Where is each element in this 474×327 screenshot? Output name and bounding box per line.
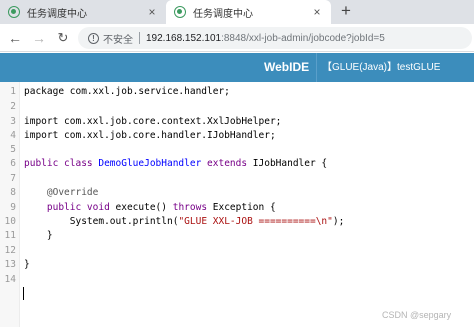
code-token: package com.xxl.job.service.handler;: [24, 86, 230, 97]
line-number: 14: [4, 274, 16, 285]
code-editor[interactable]: 1 package com.xxl.job.service.handler; 2 3 i…: [0, 82, 474, 327]
site-favicon-icon: [8, 6, 20, 18]
line-number: 7: [10, 173, 16, 184]
code-text: import com.xxl.job.core.handler.IJobHand…: [24, 129, 276, 142]
url-host: 192.168.152.101: [146, 32, 222, 44]
code-text: }: [24, 258, 30, 271]
code-token: }: [24, 230, 53, 241]
code-token: }: [24, 259, 30, 270]
code-token: System.out.println(: [24, 216, 179, 227]
code-token: extends: [201, 158, 253, 169]
code-token: @Override: [24, 187, 99, 198]
header-divider: [316, 53, 317, 82]
line-number: 1: [10, 86, 16, 97]
code-text: public void execute() throws Exception {: [24, 201, 276, 214]
code-token: execute(): [115, 202, 173, 213]
code-text: package com.xxl.job.service.handler;: [24, 85, 230, 98]
web-ide-brand: WebIDE: [264, 60, 310, 74]
code-line[interactable]: 6 public class DemoGlueJobHandler extends…: [0, 157, 474, 170]
code-token: throws: [172, 202, 213, 213]
url-path: :8848/xxl-job-admin/jobcode?jobId=5: [221, 32, 385, 44]
code-line[interactable]: 1 package com.xxl.job.service.handler;: [0, 85, 474, 98]
address-bar[interactable]: ! 不安全 192.168.152.101:8848/xxl-job-admin…: [78, 27, 472, 49]
line-number: 11: [4, 230, 16, 241]
glue-job-label: 【GLUE(Java)】testGLUE: [322, 62, 441, 73]
line-number: 5: [10, 144, 16, 155]
browser-toolbar: ← → ↻ ! 不安全 192.168.152.101:8848/xxl-job…: [0, 24, 474, 52]
watermark: CSDN @sepgary: [382, 310, 452, 320]
web-ide-header: WebIDE 【GLUE(Java)】testGLUE: [0, 53, 474, 82]
code-line[interactable]: 5: [0, 143, 474, 156]
code-line[interactable]: 13}: [0, 258, 474, 271]
line-number: 12: [4, 245, 16, 256]
line-number: 6: [10, 158, 16, 169]
close-tab-icon[interactable]: ×: [309, 4, 325, 20]
code-token: import com.xxl.job.core.handler.IJobHand…: [24, 130, 276, 141]
back-arrow-icon[interactable]: ←: [6, 29, 24, 47]
code-token: public void: [24, 202, 116, 213]
line-number: 3: [10, 116, 16, 127]
tab-title: 任务调度中心: [27, 8, 87, 20]
reload-icon[interactable]: ↻: [54, 29, 72, 47]
browser-tab[interactable]: 任务调度中心 ×: [0, 0, 166, 24]
code-token: DemoGlueJobHandler: [98, 158, 202, 169]
code-line[interactable]: 3 import com.xxl.job.core.context.XxlJobH…: [0, 115, 474, 128]
code-token: IJobHandler {: [252, 158, 328, 169]
code-line[interactable]: 9 public void execute() throws Exception…: [0, 201, 474, 214]
new-tab-button[interactable]: +: [336, 1, 356, 21]
code-token: public class: [24, 158, 99, 169]
code-text: public class DemoGlueJobHandler extends …: [24, 157, 327, 170]
code-line[interactable]: 4 import com.xxl.job.core.handler.IJobHan…: [0, 129, 474, 142]
tab-title: 任务调度中心: [193, 8, 253, 20]
browser-tab-active[interactable]: 任务调度中心 ×: [166, 0, 331, 24]
security-label: 不安全: [103, 34, 133, 46]
close-tab-icon[interactable]: ×: [144, 4, 160, 20]
forward-arrow-icon[interactable]: →: [30, 29, 48, 47]
code-token: );: [332, 216, 345, 227]
site-favicon-icon: [174, 6, 186, 18]
code-text: }: [24, 229, 53, 242]
code-line[interactable]: 8 @Override: [0, 186, 474, 199]
code-line[interactable]: 2: [0, 100, 474, 113]
code-text: @Override: [24, 186, 98, 199]
code-token: Exception {: [212, 202, 276, 213]
code-token: import com.xxl.job.core.context.XxlJobHe…: [24, 116, 282, 127]
not-secure-warning-icon: !: [88, 32, 99, 44]
code-text: import com.xxl.job.core.context.XxlJobHe…: [24, 115, 281, 128]
line-number: 9: [10, 202, 16, 213]
address-divider: [139, 32, 140, 44]
line-number: 2: [10, 101, 16, 112]
browser-tab-strip: 任务调度中心 × 任务调度中心 × +: [0, 0, 474, 24]
code-line[interactable]: 7: [0, 172, 474, 185]
code-line[interactable]: 10 System.out.println("GLUE XXL-JOB ====…: [0, 215, 474, 228]
code-text: System.out.println("GLUE XXL-JOB =======…: [24, 215, 345, 228]
code-line[interactable]: 14: [0, 273, 474, 286]
code-token: "GLUE XXL-JOB ==========\n": [178, 216, 333, 227]
text-cursor: [23, 287, 24, 300]
line-number: 4: [10, 130, 16, 141]
line-number: 8: [10, 187, 16, 198]
code-line[interactable]: 12: [0, 244, 474, 257]
line-number: 10: [4, 216, 16, 227]
code-line[interactable]: 11 }: [0, 229, 474, 242]
line-number: 13: [4, 259, 16, 270]
